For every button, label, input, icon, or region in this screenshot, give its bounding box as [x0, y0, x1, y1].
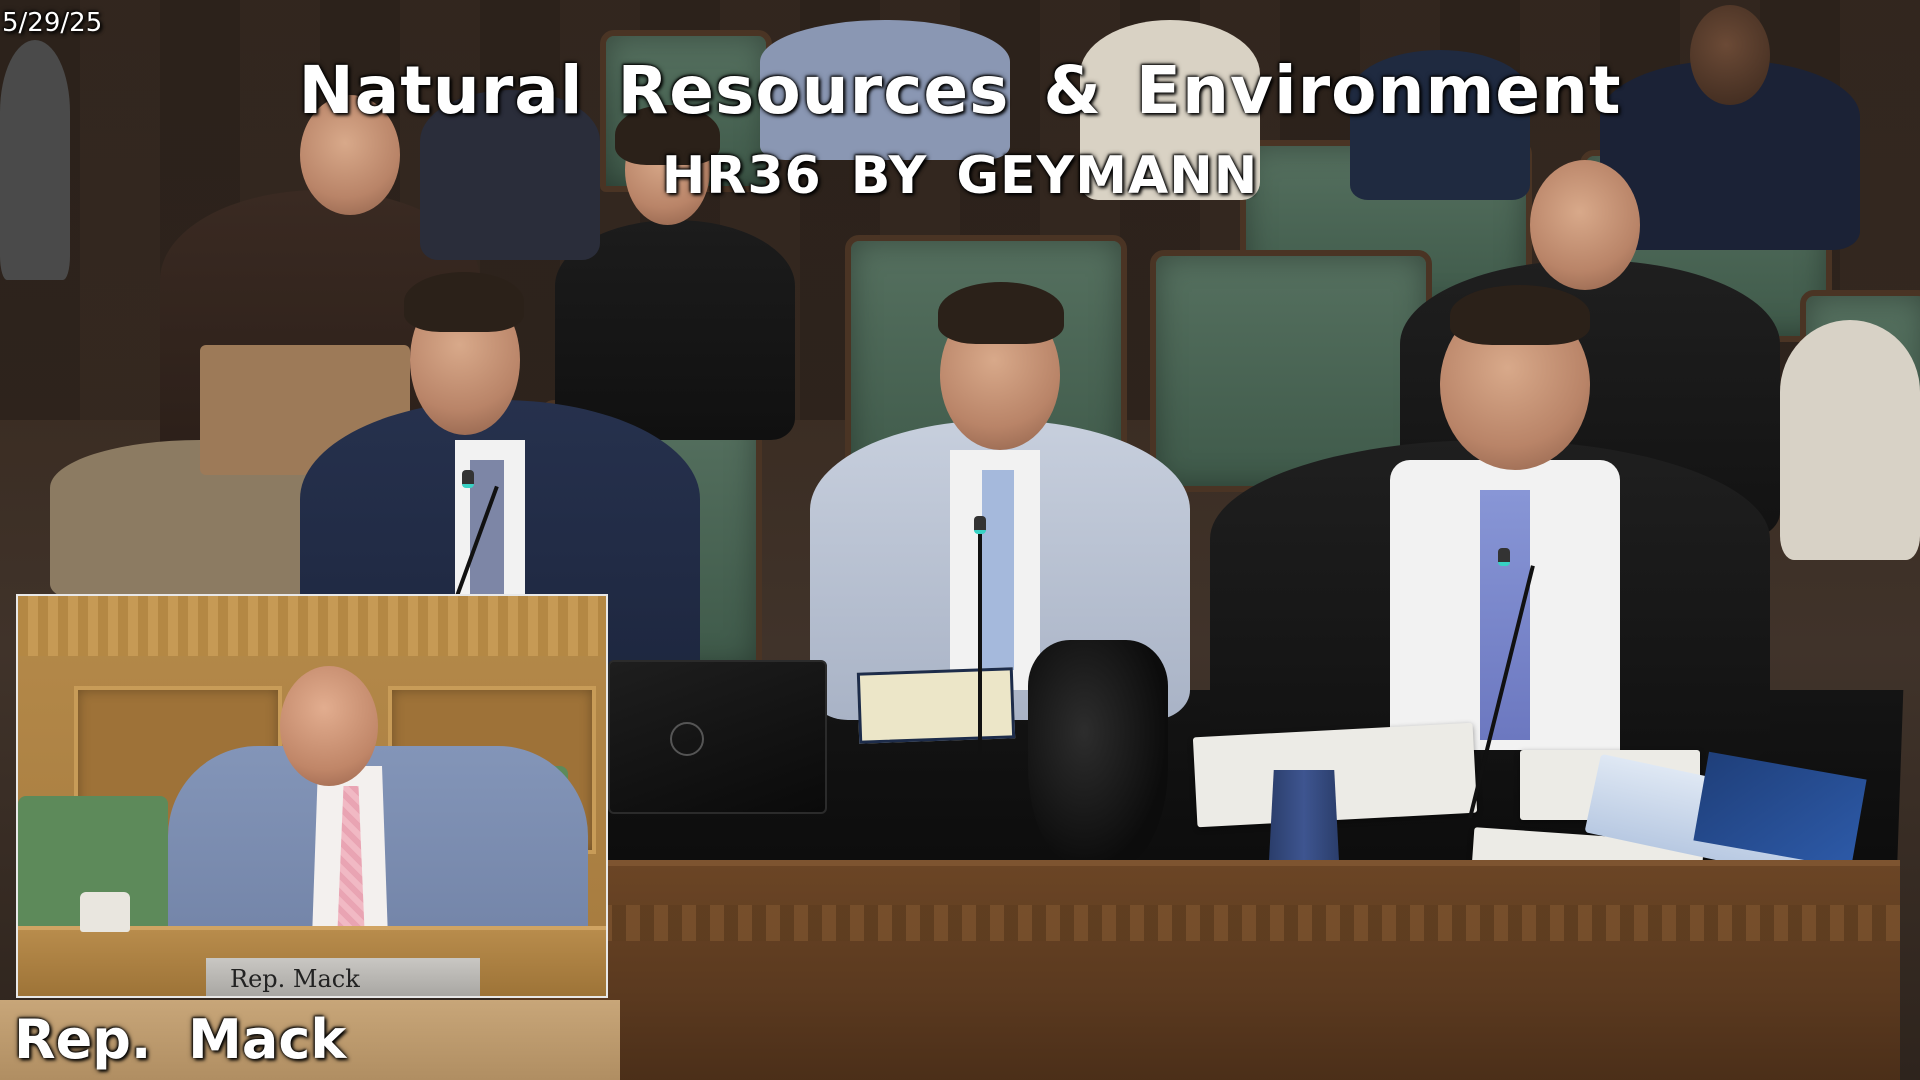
gallery-person: [1780, 320, 1920, 560]
witness-right-hair: [1450, 285, 1590, 345]
microphone-head: [462, 470, 474, 488]
broadcast-date: 5/29/25: [2, 8, 103, 38]
inset-nameplate: Rep. Mack: [206, 958, 480, 996]
notepad: [856, 667, 1016, 744]
bill-subtitle: HR36 BY GEYMANN: [661, 146, 1259, 206]
water-pitcher: [1028, 640, 1168, 870]
desk-decorative-band: [500, 905, 1900, 941]
witness-left-tie: [470, 460, 504, 600]
committee-title: Natural Resources & Environment: [298, 52, 1622, 129]
laptop: [608, 660, 827, 814]
inset-speaker-head: [280, 666, 378, 786]
microphone-head: [974, 516, 986, 534]
microphone-head: [1498, 548, 1510, 566]
speaker-inset-video: Rep. Mack: [16, 594, 608, 998]
video-frame: Rep. Mack 5/29/25 Natural Resources & En…: [0, 0, 1920, 1080]
laptop-logo-icon: [670, 722, 704, 756]
inset-wall-trim: [18, 596, 606, 656]
inset-coffee-cup: [80, 892, 130, 932]
speaker-caption: Rep. Mack: [14, 1008, 347, 1071]
witness-left-hair: [404, 272, 524, 332]
witness-center-tie: [982, 470, 1014, 670]
microphone: [978, 525, 982, 765]
committee-desk-front: [500, 860, 1900, 1080]
witness-center-hair: [938, 282, 1064, 344]
